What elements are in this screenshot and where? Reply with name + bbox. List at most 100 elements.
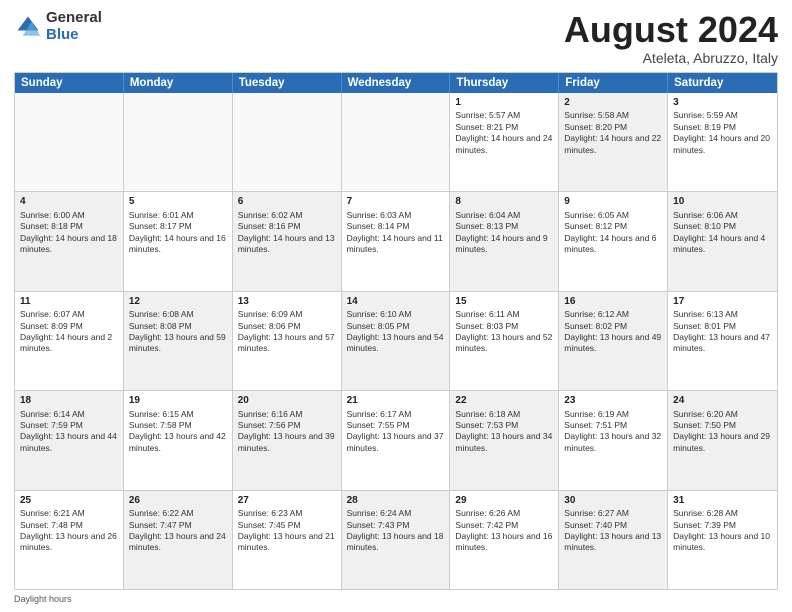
day-info: Sunrise: 6:13 AM Sunset: 8:01 PM Dayligh… xyxy=(673,309,770,353)
day-number: 31 xyxy=(673,494,772,508)
location: Ateleta, Abruzzo, Italy xyxy=(564,50,778,66)
day-info: Sunrise: 6:08 AM Sunset: 8:08 PM Dayligh… xyxy=(129,309,226,353)
day-info: Sunrise: 6:24 AM Sunset: 7:43 PM Dayligh… xyxy=(347,508,444,552)
calendar-cell: 17Sunrise: 6:13 AM Sunset: 8:01 PM Dayli… xyxy=(668,292,777,390)
calendar-cell: 7Sunrise: 6:03 AM Sunset: 8:14 PM Daylig… xyxy=(342,192,451,290)
calendar-row: 18Sunrise: 6:14 AM Sunset: 7:59 PM Dayli… xyxy=(15,390,777,489)
day-info: Sunrise: 6:17 AM Sunset: 7:55 PM Dayligh… xyxy=(347,409,444,453)
calendar-cell: 18Sunrise: 6:14 AM Sunset: 7:59 PM Dayli… xyxy=(15,391,124,489)
calendar-cell: 12Sunrise: 6:08 AM Sunset: 8:08 PM Dayli… xyxy=(124,292,233,390)
day-info: Sunrise: 5:59 AM Sunset: 8:19 PM Dayligh… xyxy=(673,110,770,154)
day-info: Sunrise: 6:14 AM Sunset: 7:59 PM Dayligh… xyxy=(20,409,117,453)
day-info: Sunrise: 6:19 AM Sunset: 7:51 PM Dayligh… xyxy=(564,409,661,453)
calendar-cell: 5Sunrise: 6:01 AM Sunset: 8:17 PM Daylig… xyxy=(124,192,233,290)
day-number: 26 xyxy=(129,494,227,508)
calendar-cell: 19Sunrise: 6:15 AM Sunset: 7:58 PM Dayli… xyxy=(124,391,233,489)
day-info: Sunrise: 6:07 AM Sunset: 8:09 PM Dayligh… xyxy=(20,309,112,353)
calendar-cell: 13Sunrise: 6:09 AM Sunset: 8:06 PM Dayli… xyxy=(233,292,342,390)
calendar-cell: 24Sunrise: 6:20 AM Sunset: 7:50 PM Dayli… xyxy=(668,391,777,489)
calendar-cell xyxy=(233,93,342,191)
calendar-row: 25Sunrise: 6:21 AM Sunset: 7:48 PM Dayli… xyxy=(15,490,777,589)
day-number: 18 xyxy=(20,394,118,408)
day-info: Sunrise: 6:15 AM Sunset: 7:58 PM Dayligh… xyxy=(129,409,226,453)
day-info: Sunrise: 6:00 AM Sunset: 8:18 PM Dayligh… xyxy=(20,210,117,254)
day-info: Sunrise: 6:09 AM Sunset: 8:06 PM Dayligh… xyxy=(238,309,335,353)
day-number: 10 xyxy=(673,195,772,209)
logo: General Blue xyxy=(14,10,102,43)
day-number: 24 xyxy=(673,394,772,408)
logo-text: General Blue xyxy=(46,10,102,43)
day-number: 13 xyxy=(238,295,336,309)
calendar-cell: 22Sunrise: 6:18 AM Sunset: 7:53 PM Dayli… xyxy=(450,391,559,489)
day-info: Sunrise: 6:01 AM Sunset: 8:17 PM Dayligh… xyxy=(129,210,226,254)
day-info: Sunrise: 6:04 AM Sunset: 8:13 PM Dayligh… xyxy=(455,210,547,254)
day-info: Sunrise: 6:23 AM Sunset: 7:45 PM Dayligh… xyxy=(238,508,335,552)
day-info: Sunrise: 6:22 AM Sunset: 7:47 PM Dayligh… xyxy=(129,508,226,552)
logo-blue: Blue xyxy=(46,27,102,44)
day-number: 19 xyxy=(129,394,227,408)
calendar: SundayMondayTuesdayWednesdayThursdayFrid… xyxy=(14,72,778,590)
calendar-cell: 31Sunrise: 6:28 AM Sunset: 7:39 PM Dayli… xyxy=(668,491,777,589)
calendar-cell xyxy=(124,93,233,191)
day-number: 30 xyxy=(564,494,662,508)
calendar-cell: 23Sunrise: 6:19 AM Sunset: 7:51 PM Dayli… xyxy=(559,391,668,489)
calendar-body: 1Sunrise: 5:57 AM Sunset: 8:21 PM Daylig… xyxy=(15,93,777,589)
day-info: Sunrise: 6:05 AM Sunset: 8:12 PM Dayligh… xyxy=(564,210,656,254)
day-header-sunday: Sunday xyxy=(15,73,124,93)
day-info: Sunrise: 5:58 AM Sunset: 8:20 PM Dayligh… xyxy=(564,110,661,154)
calendar-cell: 25Sunrise: 6:21 AM Sunset: 7:48 PM Dayli… xyxy=(15,491,124,589)
footer-note: Daylight hours xyxy=(14,594,778,604)
calendar-cell: 29Sunrise: 6:26 AM Sunset: 7:42 PM Dayli… xyxy=(450,491,559,589)
day-info: Sunrise: 6:28 AM Sunset: 7:39 PM Dayligh… xyxy=(673,508,770,552)
day-info: Sunrise: 6:02 AM Sunset: 8:16 PM Dayligh… xyxy=(238,210,335,254)
day-info: Sunrise: 6:27 AM Sunset: 7:40 PM Dayligh… xyxy=(564,508,661,552)
day-number: 8 xyxy=(455,195,553,209)
day-number: 21 xyxy=(347,394,445,408)
day-number: 23 xyxy=(564,394,662,408)
day-number: 3 xyxy=(673,96,772,110)
calendar-cell: 26Sunrise: 6:22 AM Sunset: 7:47 PM Dayli… xyxy=(124,491,233,589)
day-info: Sunrise: 6:26 AM Sunset: 7:42 PM Dayligh… xyxy=(455,508,552,552)
day-info: Sunrise: 6:06 AM Sunset: 8:10 PM Dayligh… xyxy=(673,210,765,254)
calendar-cell: 16Sunrise: 6:12 AM Sunset: 8:02 PM Dayli… xyxy=(559,292,668,390)
day-number: 27 xyxy=(238,494,336,508)
logo-icon xyxy=(14,13,42,41)
day-number: 29 xyxy=(455,494,553,508)
calendar-cell: 8Sunrise: 6:04 AM Sunset: 8:13 PM Daylig… xyxy=(450,192,559,290)
day-number: 28 xyxy=(347,494,445,508)
day-number: 25 xyxy=(20,494,118,508)
calendar-cell: 21Sunrise: 6:17 AM Sunset: 7:55 PM Dayli… xyxy=(342,391,451,489)
day-number: 7 xyxy=(347,195,445,209)
day-info: Sunrise: 6:03 AM Sunset: 8:14 PM Dayligh… xyxy=(347,210,443,254)
day-number: 2 xyxy=(564,96,662,110)
day-number: 1 xyxy=(455,96,553,110)
calendar-cell: 30Sunrise: 6:27 AM Sunset: 7:40 PM Dayli… xyxy=(559,491,668,589)
calendar-cell xyxy=(15,93,124,191)
day-header-tuesday: Tuesday xyxy=(233,73,342,93)
calendar-cell: 9Sunrise: 6:05 AM Sunset: 8:12 PM Daylig… xyxy=(559,192,668,290)
calendar-row: 1Sunrise: 5:57 AM Sunset: 8:21 PM Daylig… xyxy=(15,93,777,191)
day-number: 22 xyxy=(455,394,553,408)
day-info: Sunrise: 6:10 AM Sunset: 8:05 PM Dayligh… xyxy=(347,309,444,353)
day-number: 9 xyxy=(564,195,662,209)
page: General Blue August 2024 Ateleta, Abruzz… xyxy=(0,0,792,612)
calendar-cell: 6Sunrise: 6:02 AM Sunset: 8:16 PM Daylig… xyxy=(233,192,342,290)
day-info: Sunrise: 6:18 AM Sunset: 7:53 PM Dayligh… xyxy=(455,409,552,453)
day-number: 4 xyxy=(20,195,118,209)
calendar-cell xyxy=(342,93,451,191)
header: General Blue August 2024 Ateleta, Abruzz… xyxy=(14,10,778,66)
calendar-cell: 15Sunrise: 6:11 AM Sunset: 8:03 PM Dayli… xyxy=(450,292,559,390)
calendar-row: 4Sunrise: 6:00 AM Sunset: 8:18 PM Daylig… xyxy=(15,191,777,290)
calendar-row: 11Sunrise: 6:07 AM Sunset: 8:09 PM Dayli… xyxy=(15,291,777,390)
month-title: August 2024 xyxy=(564,10,778,50)
day-info: Sunrise: 6:12 AM Sunset: 8:02 PM Dayligh… xyxy=(564,309,661,353)
day-header-saturday: Saturday xyxy=(668,73,777,93)
day-number: 14 xyxy=(347,295,445,309)
calendar-cell: 11Sunrise: 6:07 AM Sunset: 8:09 PM Dayli… xyxy=(15,292,124,390)
calendar-cell: 2Sunrise: 5:58 AM Sunset: 8:20 PM Daylig… xyxy=(559,93,668,191)
day-header-monday: Monday xyxy=(124,73,233,93)
calendar-cell: 10Sunrise: 6:06 AM Sunset: 8:10 PM Dayli… xyxy=(668,192,777,290)
day-info: Sunrise: 6:11 AM Sunset: 8:03 PM Dayligh… xyxy=(455,309,552,353)
day-number: 15 xyxy=(455,295,553,309)
day-number: 12 xyxy=(129,295,227,309)
